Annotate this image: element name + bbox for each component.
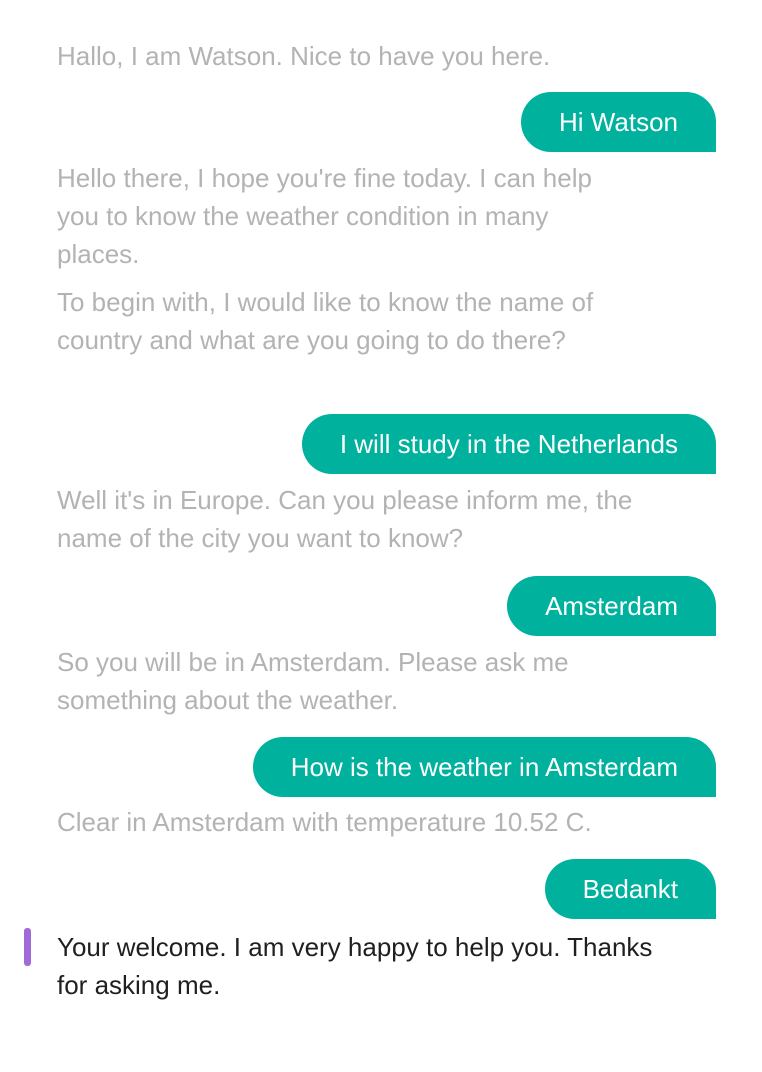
watson-message: Well it's in Europe. Can you please info…: [57, 485, 633, 553]
user-message: Bedankt: [544, 859, 716, 919]
user-message: Hi Watson: [521, 92, 716, 152]
watson-message-latest: Your welcome. I am very happy to help yo…: [57, 932, 653, 1000]
watson-message: To begin with, I would like to know the …: [57, 287, 594, 355]
chat-transcript: Hallo, I am Watson. Nice to have you her…: [0, 0, 762, 1072]
user-message: How is the weather in Amsterdam: [252, 737, 716, 797]
watson-message: So you will be in Amsterdam. Please ask …: [57, 647, 569, 715]
user-message: I will study in the Netherlands: [301, 414, 716, 474]
watson-message: Clear in Amsterdam with temperature 10.5…: [57, 807, 592, 837]
active-message-indicator: [24, 928, 31, 966]
watson-message: Hallo, I am Watson. Nice to have you her…: [57, 41, 551, 71]
watson-message: Hello there, I hope you're fine today. I…: [57, 163, 592, 269]
user-message: Amsterdam: [507, 576, 716, 636]
